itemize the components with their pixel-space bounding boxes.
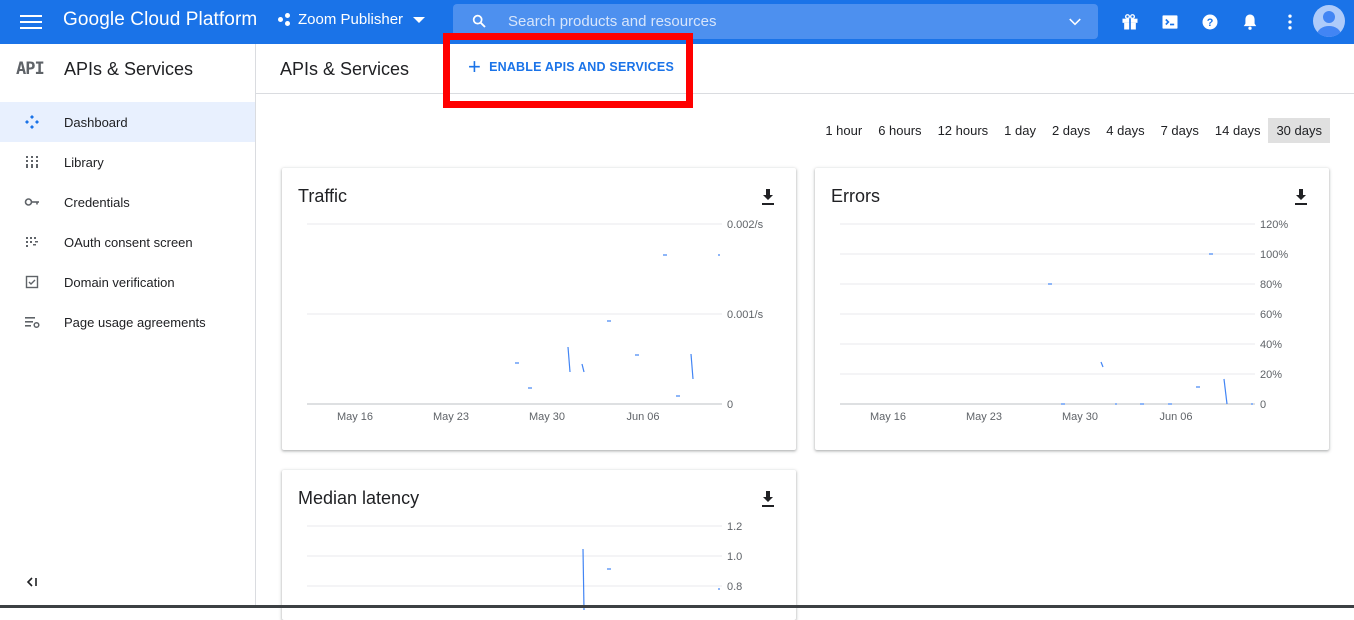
y-tick-label: 100% — [1260, 249, 1288, 261]
api-logo: API — [16, 59, 45, 79]
project-selector[interactable]: Zoom Publisher — [278, 11, 426, 28]
more-vert-icon[interactable] — [1280, 12, 1300, 32]
sidebar-item-oauth[interactable]: OAuth consent screen — [0, 222, 255, 262]
range-option-selected[interactable]: 30 days — [1268, 118, 1330, 143]
account-icon — [1317, 11, 1341, 37]
sidebar-item-label: Domain verification — [64, 274, 175, 290]
y-tick-label: 1.0 — [727, 551, 742, 563]
x-tick-label: May 30 — [1062, 411, 1098, 423]
x-tick-label: Jun 06 — [1159, 411, 1192, 423]
settings-list-icon — [25, 317, 40, 329]
median-latency-chart: 1.2 1.0 0.8 — [307, 521, 742, 611]
y-tick-label: 40% — [1260, 339, 1282, 351]
x-tick-label: May 30 — [529, 411, 565, 423]
y-tick-label: 60% — [1260, 309, 1282, 321]
key-icon — [24, 198, 39, 206]
sidebar-item-label: Dashboard — [64, 114, 128, 130]
y-tick-label: 20% — [1260, 369, 1282, 381]
page-title: APIs & Services — [280, 59, 410, 79]
sidebar-nav: Dashboard Library Credentials OAuth cons… — [0, 102, 255, 342]
series-line — [582, 548, 720, 611]
traffic-card: Traffic 0.002/s 0.001/s 0 May 16 May 23 … — [282, 168, 796, 450]
library-icon — [26, 156, 38, 168]
svg-text:?: ? — [1207, 17, 1214, 29]
y-tick-label: 1.2 — [727, 521, 742, 533]
sidebar: API APIs & Services Dashboard Library Cr… — [0, 44, 256, 608]
range-option[interactable]: 2 days — [1044, 118, 1098, 143]
x-tick-label: May 23 — [966, 411, 1002, 423]
search-icon — [472, 14, 486, 28]
x-tick-label: May 16 — [337, 411, 373, 423]
y-tick-label: 80% — [1260, 279, 1282, 291]
sidebar-item-page-usage[interactable]: Page usage agreements — [0, 302, 255, 342]
collapse-sidebar-icon[interactable] — [24, 574, 40, 590]
y-tick-label: 0 — [727, 399, 733, 411]
y-tick-label: 0.8 — [727, 581, 742, 593]
range-option[interactable]: 12 hours — [930, 118, 997, 143]
sidebar-title: APIs & Services — [64, 59, 194, 79]
avatar[interactable] — [1313, 5, 1345, 37]
checkbox-icon — [25, 275, 39, 289]
sidebar-item-label: Page usage agreements — [64, 314, 206, 330]
x-tick-label: May 23 — [433, 411, 469, 423]
search-input[interactable] — [508, 10, 1048, 32]
x-tick-label: May 16 — [870, 411, 906, 423]
range-option[interactable]: 7 days — [1153, 118, 1207, 143]
range-option[interactable]: 4 days — [1098, 118, 1152, 143]
range-option[interactable]: 1 day — [996, 118, 1044, 143]
y-tick-label: 0.001/s — [727, 309, 764, 321]
sidebar-item-label: Library — [64, 154, 104, 170]
range-option[interactable]: 6 hours — [870, 118, 929, 143]
gift-icon[interactable] — [1120, 12, 1140, 32]
page-header: APIs & Services + ENABLE APIS AND SERVIC… — [256, 44, 1354, 94]
terminal-icon[interactable] — [1160, 12, 1180, 32]
notifications-icon[interactable] — [1240, 12, 1260, 32]
traffic-chart: 0.002/s 0.001/s 0 May 16 May 23 May 30 J… — [307, 219, 764, 423]
median-latency-card: Median latency 1.2 1.0 0.8 — [282, 470, 796, 620]
errors-chart: 120% 100% 80% 60% 40% 20% 0 May 16 May 2… — [840, 219, 1288, 423]
sidebar-item-label: OAuth consent screen — [64, 234, 193, 250]
range-option[interactable]: 14 days — [1207, 118, 1269, 143]
x-tick-label: Jun 06 — [626, 411, 659, 423]
project-icon — [278, 12, 292, 27]
brand-title[interactable]: Google Cloud Platform — [63, 9, 257, 31]
series-line — [1048, 253, 1253, 405]
range-option[interactable]: 1 hour — [817, 118, 870, 143]
y-tick-label: 0.002/s — [727, 219, 764, 231]
highlight-box — [443, 33, 693, 108]
sidebar-item-library[interactable]: Library — [0, 142, 255, 182]
errors-card: Errors 120% 100% 80% 60% 40% 20% 0 May 1… — [815, 168, 1329, 450]
project-name: Zoom Publisher — [298, 11, 404, 28]
help-icon[interactable]: ? — [1200, 12, 1220, 32]
chevron-down-icon — [413, 16, 426, 23]
time-range-selector: 1 hour 6 hours 12 hours 1 day 2 days 4 d… — [817, 118, 1330, 143]
sidebar-item-label: Credentials — [64, 194, 130, 210]
sidebar-item-dashboard[interactable]: Dashboard — [0, 102, 255, 142]
y-tick-label: 0 — [1260, 399, 1266, 411]
chevron-down-icon[interactable] — [1068, 15, 1082, 29]
oauth-icon — [26, 237, 38, 247]
menu-icon[interactable] — [20, 12, 42, 32]
dashboard-icon — [25, 115, 39, 129]
sidebar-item-domain-verification[interactable]: Domain verification — [0, 262, 255, 302]
y-tick-label: 120% — [1260, 219, 1288, 231]
series-line — [515, 254, 720, 397]
sidebar-item-credentials[interactable]: Credentials — [0, 182, 255, 222]
